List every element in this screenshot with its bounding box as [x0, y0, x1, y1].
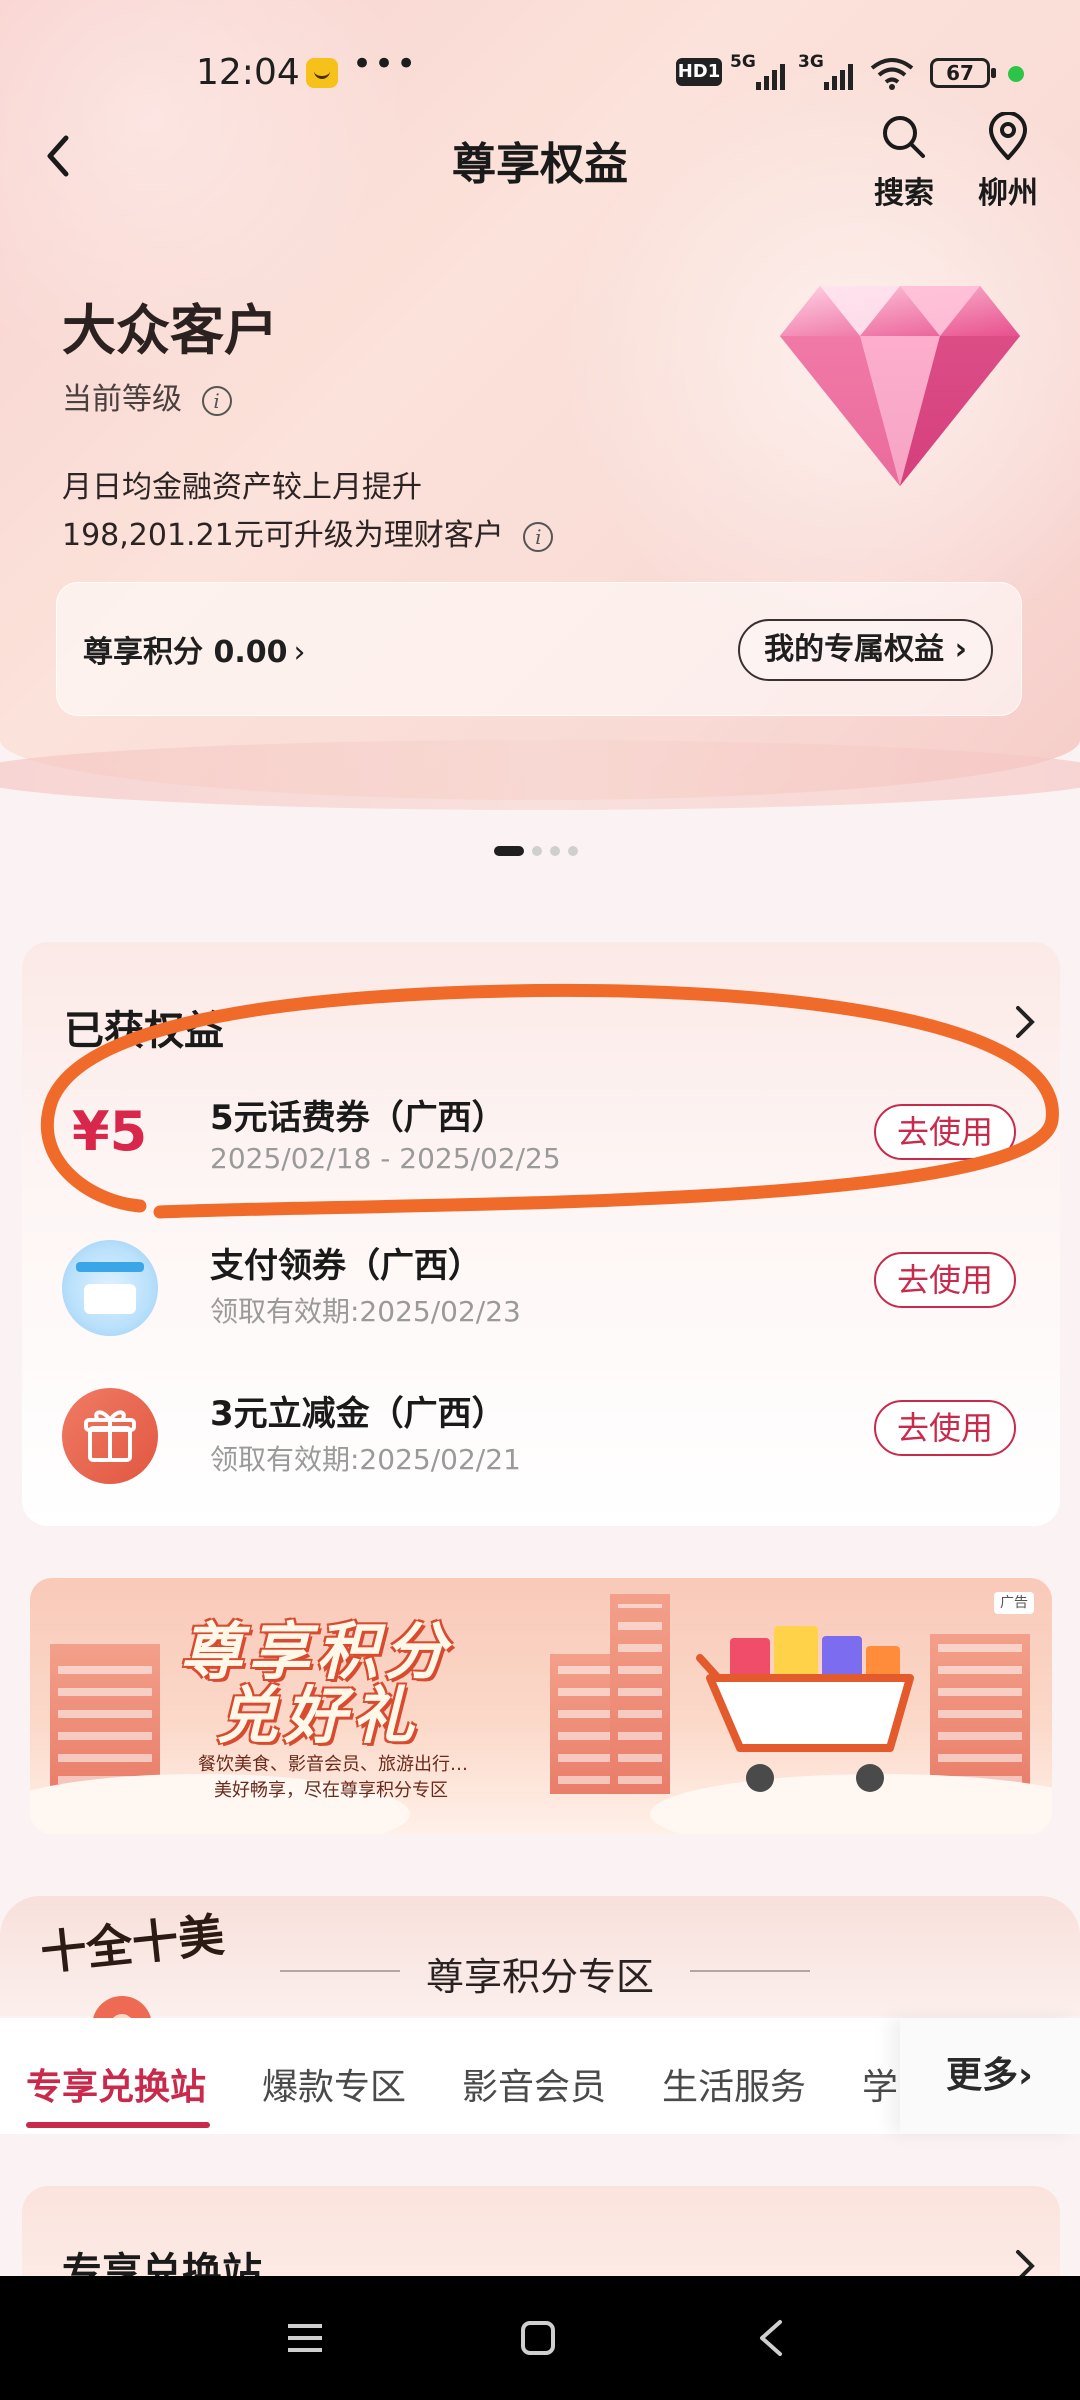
network-type-label: 3G — [798, 52, 824, 72]
more-tabs-label: 更多 — [946, 2055, 1019, 2096]
chevron-right-icon: › — [954, 632, 967, 667]
payment-coupon-thumbnail — [62, 1240, 158, 1336]
benefit-validity: 领取有效期:2025/02/23 — [210, 1295, 521, 1328]
points-card: 尊享积分 0.00 › 我的专属权益 › — [56, 582, 1022, 716]
use-benefit-button[interactable]: 去使用 — [874, 1104, 1016, 1160]
benefit-validity: 2025/02/18 - 2025/02/25 — [210, 1142, 561, 1175]
use-benefit-button[interactable]: 去使用 — [874, 1400, 1016, 1456]
tab-life-services[interactable]: 生活服务 — [662, 2058, 806, 2110]
coupon-value-badge: ¥5 — [72, 1100, 148, 1163]
network-type-label: 5G — [730, 52, 756, 72]
points-balance: 尊享积分 0.00 — [83, 635, 288, 670]
shopping-cart-icon — [696, 1626, 914, 1792]
tab-hot-deals[interactable]: 爆款专区 — [262, 2058, 406, 2110]
chevron-right-icon: › — [293, 635, 306, 670]
benefit-item[interactable]: 支付领券（广西） 领取有效期:2025/02/23 去使用 — [22, 1220, 1060, 1360]
banner-headline: 尊享积分 兑好礼 — [180, 1620, 452, 1748]
building-illustration — [930, 1634, 1030, 1794]
benefit-name: 3元立减金（广西） — [210, 1394, 506, 1434]
use-benefit-button[interactable]: 去使用 — [874, 1252, 1016, 1308]
current-level-caption: 当前等级 i — [62, 374, 232, 418]
tab-learning[interactable]: 学 — [862, 2058, 898, 2110]
benefit-name: 支付领券（广西） — [210, 1246, 482, 1286]
upgrade-hint-line2: 198,201.21元可升级为理财客户 — [62, 518, 504, 553]
current-level-label: 当前等级 — [62, 382, 182, 417]
gift-icon — [62, 1388, 158, 1484]
city-label: 柳州 — [978, 176, 1038, 211]
search-button[interactable]: 搜索 — [854, 112, 954, 212]
points-balance-link[interactable]: 尊享积分 0.00 › — [83, 627, 305, 671]
wifi-icon — [870, 58, 914, 90]
search-icon — [883, 116, 925, 158]
active-tab-indicator — [26, 2122, 210, 2128]
more-notifications-icon: ••• — [352, 44, 419, 84]
city-selector[interactable]: 柳州 — [958, 112, 1058, 212]
chevron-right-icon: › — [1018, 2055, 1033, 2096]
status-bar: 12:04 ••• HD1 5G 3G 67 — [0, 0, 1080, 110]
benefit-item[interactable]: ¥5 5元话费券（广西） 2025/02/18 - 2025/02/25 去使用 — [22, 1072, 1060, 1212]
upgrade-hint-line1: 月日均金融资产较上月提升 — [62, 470, 422, 505]
chevron-right-icon[interactable] — [1010, 1002, 1040, 1042]
hd-voice-badge: HD1 — [676, 58, 722, 86]
divider-line — [280, 1970, 400, 1972]
home-icon[interactable] — [520, 2320, 556, 2356]
carousel-dot — [568, 846, 578, 856]
banner-subtitle-line2: 美好畅享，尽在尊享积分专区 — [214, 1780, 448, 1801]
search-label: 搜索 — [874, 176, 934, 211]
status-time: 12:04 — [196, 52, 300, 93]
carousel-dot — [532, 846, 542, 856]
category-tabs: 专享兑换站 爆款专区 影音会员 生活服务 学 更多› — [0, 2018, 1080, 2134]
banner-headline-line2: 兑好礼 — [216, 1679, 421, 1752]
info-icon[interactable]: i — [523, 521, 554, 552]
carousel-indicator — [494, 846, 578, 856]
my-rights-button[interactable]: 我的专属权益 › — [738, 619, 993, 681]
banner-headline-line1: 尊享积分 — [180, 1615, 453, 1688]
benefit-item[interactable]: 3元立减金（广西） 领取有效期:2025/02/21 去使用 — [22, 1368, 1060, 1508]
system-navigation-bar — [0, 2276, 1080, 2400]
tab-media-membership[interactable]: 影音会员 — [462, 2058, 606, 2110]
benefit-validity: 领取有效期:2025/02/21 — [210, 1443, 521, 1476]
obtained-benefits-title: 已获权益 — [64, 1008, 224, 1054]
location-pin-icon — [989, 112, 1027, 160]
building-illustration — [50, 1644, 160, 1794]
building-illustration — [610, 1594, 670, 1794]
carousel-dot — [550, 846, 560, 856]
divider-line — [690, 1970, 810, 1972]
carousel-dot-active — [494, 846, 524, 856]
my-rights-label: 我的专属权益 — [764, 632, 945, 667]
points-promo-banner[interactable]: 尊享积分 兑好礼 餐饮美食、影音会员、旅游出行… 美好畅享，尽在尊享积分专区 广… — [30, 1578, 1052, 1834]
points-zone-title: 尊享积分专区 — [425, 1955, 654, 1999]
ad-label: 广告 — [994, 1592, 1034, 1614]
tab-exclusive-exchange[interactable]: 专享兑换站 — [26, 2058, 206, 2110]
page-title: 尊享权益 — [452, 139, 628, 190]
customer-level-name: 大众客户 — [62, 298, 278, 362]
recent-apps-icon[interactable] — [286, 2322, 324, 2354]
info-icon[interactable]: i — [201, 385, 232, 416]
upgrade-hint: 198,201.21元可升级为理财客户 i — [62, 510, 554, 554]
benefit-name: 5元话费券（广西） — [210, 1098, 506, 1138]
system-back-icon[interactable] — [756, 2318, 786, 2358]
obtained-benefits-card: 已获权益 ¥5 5元话费券（广西） 2025/02/18 - 2025/02/2… — [22, 942, 1060, 1526]
diamond-icon — [780, 286, 1020, 486]
battery-icon: 67 — [930, 58, 996, 88]
more-tabs-button[interactable]: 更多› — [900, 2018, 1080, 2134]
header-wave — [0, 740, 1080, 810]
back-arrow-icon[interactable] — [30, 126, 90, 186]
privacy-indicator-icon — [1008, 66, 1024, 82]
chat-notification-icon — [306, 58, 338, 88]
banner-subtitle-line1: 餐饮美食、影音会员、旅游出行… — [198, 1754, 468, 1775]
